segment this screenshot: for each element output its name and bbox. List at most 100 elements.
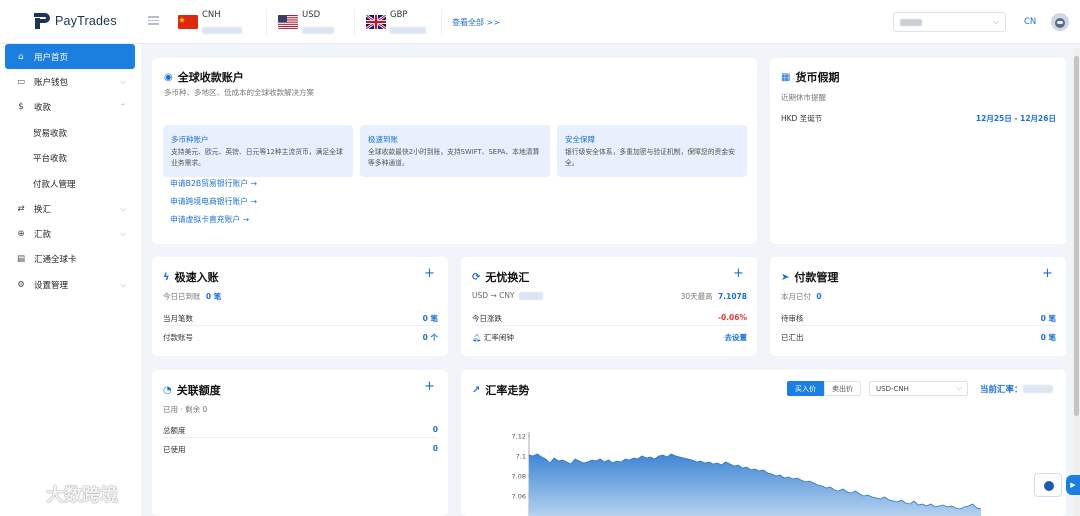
divider — [441, 9, 442, 35]
card-title-text: 付款管理 — [794, 271, 839, 284]
chat-icon — [1044, 481, 1054, 491]
sidebar-item-global-card[interactable]: ▤ 汇通全球卡 — [5, 246, 135, 271]
add-icon[interactable]: + — [424, 379, 435, 394]
feature-fast-arrival: 极速到账 全球收款最快2小时到账，支持SWIFT、SEPA、本地清算等多种通道。 — [360, 125, 550, 177]
feature-desc: 支持美元、欧元、英镑、日元等12种主流货币，满足全球业务需求。 — [171, 148, 343, 167]
row-label: 当月笔数 — [163, 314, 193, 323]
currency-cnh[interactable]: CNH — [178, 8, 242, 34]
watermark-logo-icon — [9, 482, 42, 503]
holiday-name: HKD 圣诞节 — [781, 114, 823, 123]
sidebar-item-wallet[interactable]: ▭ 账户钱包 ⌵ — [5, 69, 135, 94]
scrollbar-thumb[interactable] — [1074, 56, 1079, 416]
card-icon: ▤ — [16, 253, 26, 264]
apply-ecommerce-account-link[interactable]: 申请跨境电商银行账户 → — [170, 196, 257, 207]
brand-logo[interactable]: PayTrades — [32, 11, 117, 31]
y-tick-label: 7.08 — [512, 473, 526, 481]
row-label: 付款账号 — [163, 333, 193, 342]
row-value: -0.06% — [717, 313, 747, 322]
row-label: 汇率闹钟 — [483, 333, 514, 342]
fx-pair: USD → CNY — [472, 291, 543, 300]
chevron-down-icon: ⌵ — [120, 228, 126, 238]
sidebar-item-label: 汇通全球卡 — [34, 254, 77, 265]
watermark-text: 大数跨境 — [46, 485, 118, 506]
sidebar-item-payer-management[interactable]: 付款人管理 — [5, 171, 135, 196]
gb-flag-icon — [366, 15, 386, 29]
feature-security: 安全保障 银行级安全体系，多重加密与验证机制，保障您的资金安全。 — [557, 125, 747, 177]
currency-usd[interactable]: USD — [278, 8, 334, 34]
dollar-icon: $ — [18, 101, 24, 112]
y-tick-label: 7.1 — [516, 453, 526, 461]
today-value: 0 笔 — [205, 292, 222, 301]
holiday-card: ▦ 货币假期 近期休市提醒 HKD 圣诞节 12月25日 - 12月26日 — [770, 58, 1066, 244]
paytrades-logo-icon — [34, 13, 50, 29]
row-value: 0 笔 — [1040, 333, 1056, 342]
feature-title: 极速到账 — [368, 135, 398, 144]
row-label: 待审核 — [781, 314, 804, 323]
row-label: 今日涨跌 — [472, 314, 502, 323]
rate-alarm-setup-link[interactable]: 去设置 — [725, 332, 748, 343]
card-title: ▦ 货币假期 — [781, 69, 839, 85]
pie-chart-icon: ◔ — [163, 384, 172, 396]
remit-icon: ⊕ — [17, 228, 25, 239]
row-value: 0 — [432, 425, 438, 434]
sidebar-item-label: 用户首页 — [34, 52, 69, 63]
apply-b2b-account-link[interactable]: 申请B2B贸易银行账户 → — [170, 178, 257, 189]
chevron-down-icon: ⌵ — [120, 203, 126, 213]
row-label: 已汇出 — [781, 333, 804, 342]
card-title: ➤ 付款管理 — [781, 269, 838, 285]
sidebar-item-label: 设置管理 — [34, 280, 69, 291]
lightning-icon: ϟ — [163, 271, 170, 283]
card-title: ◔ 关联额度 — [163, 382, 221, 398]
y-tick-label: 7.06 — [512, 493, 526, 501]
refresh-icon: ⟳ — [472, 271, 481, 283]
rate-trend-card: ↗ 汇率走势 买入价 卖出价 USD-CNH ⌵ 当前汇率： 7.12 7.1 7.… — [461, 370, 1066, 516]
fx-pair-text: USD → CNY — [472, 291, 515, 300]
month-value: 0 — [816, 292, 822, 301]
rate-alarm-row: 🔔︎ 汇率闹钟 — [472, 332, 514, 343]
apply-virtual-card-link[interactable]: 申请虚拟卡直充账户 → — [170, 214, 249, 225]
card-title-text: 无忧换汇 — [485, 271, 530, 284]
language-switch[interactable]: CN — [1024, 17, 1036, 27]
card-subtitle: 本月已付 0 — [781, 291, 822, 302]
chat-widget-button[interactable] — [1034, 473, 1062, 497]
fx-high-label: 30天最高 — [680, 292, 713, 301]
add-icon[interactable]: + — [733, 266, 744, 281]
account-select[interactable]: ⌵ — [893, 12, 1006, 32]
chevron-down-icon: ⌵ — [120, 279, 126, 289]
global-account-card: ◉ 全球收款账户 多币种、多地区、低成本的全球收款解决方案 多币种账户 支持美元… — [152, 58, 757, 244]
currency-gbp[interactable]: GBP — [366, 8, 426, 34]
sidebar: ⌂ 用户首页 ▭ 账户钱包 ⌵ $ 收款 ⌃ 贸易收款 平台收款 付款人管理 ⇄… — [0, 44, 141, 516]
sidebar-item-remittance[interactable]: ⊕ 汇款 ⌵ — [5, 221, 135, 246]
watermark: 大数跨境 — [8, 481, 118, 507]
sidebar-item-exchange[interactable]: ⇄ 换汇 ⌵ — [5, 196, 135, 221]
row-value: 0 — [432, 444, 438, 453]
view-all-link[interactable]: 查看全部 >> — [452, 17, 500, 28]
currency-code: GBP — [390, 10, 408, 20]
card-subtitle: 已用 · 剩余 0 — [163, 405, 208, 414]
card-title-text: 极速入账 — [174, 271, 219, 284]
side-drawer-toggle[interactable]: ▶ — [1066, 475, 1080, 495]
card-subtitle: 今日已到账 0 笔 — [163, 291, 221, 302]
sidebar-item-label: 收款 — [34, 102, 52, 113]
sidebar-item-settings[interactable]: ⚙ 设置管理 ⌵ — [5, 272, 135, 297]
sidebar-item-home[interactable]: ⌂ 用户首页 — [5, 44, 135, 69]
y-tick-label: 7.12 — [512, 433, 526, 441]
sidebar-item-trade-collection[interactable]: 贸易收款 — [5, 120, 135, 145]
divider — [163, 437, 438, 438]
scrollbar[interactable] — [1073, 48, 1080, 516]
feature-multi-currency: 多币种账户 支持美元、欧元、英镑、日元等12种主流货币，满足全球业务需求。 — [163, 125, 353, 177]
sidebar-item-platform-collection[interactable]: 平台收款 — [5, 145, 135, 170]
add-icon[interactable]: + — [424, 266, 435, 281]
fx-high: 30天最高 7.1078 — [681, 291, 747, 302]
currency-code: CNH — [202, 10, 221, 20]
menu-toggle-icon[interactable] — [148, 16, 159, 25]
feature-desc: 银行级安全体系，多重加密与验证机制，保障您的资金安全。 — [565, 148, 735, 167]
row-value: 0 笔 — [1040, 314, 1056, 323]
globe-icon: ◉ — [164, 71, 173, 83]
sidebar-item-collection[interactable]: $ 收款 ⌃ — [5, 94, 135, 119]
avatar[interactable] — [1051, 13, 1069, 31]
sidebar-item-label: 账户钱包 — [34, 77, 69, 88]
card-title-text: 全球收款账户 — [177, 71, 244, 84]
add-icon[interactable]: + — [1042, 266, 1053, 281]
divider — [354, 9, 355, 35]
